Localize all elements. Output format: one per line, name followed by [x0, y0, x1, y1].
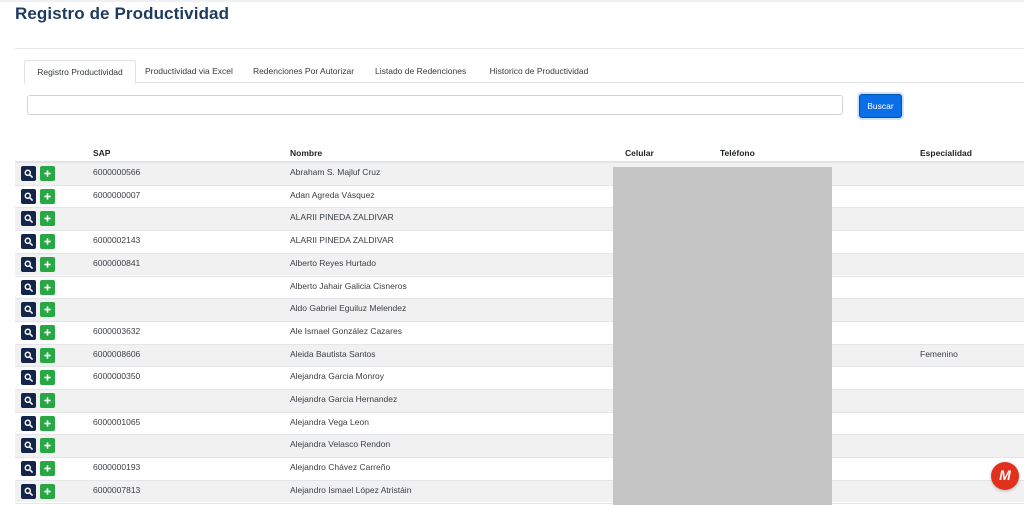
view-button[interactable]: [21, 211, 36, 227]
column-header-celular: Celular: [625, 148, 654, 158]
cell-nombre: Alejandro Ismael López Atristáin: [290, 484, 412, 495]
table-row: 6000000007 Adan Agreda Vásquez: [15, 184, 1024, 208]
add-button[interactable]: [40, 324, 55, 340]
cell-nombre: Alberto Jahair Galicia Cisneros: [290, 280, 407, 291]
cell-sap: 6000008606: [93, 348, 141, 359]
column-header-especialidad: Especialidad: [920, 148, 972, 158]
cell-sap: 6000000350: [93, 371, 141, 382]
cell-nombre: ALARII PINEDA ZALDIVAR: [290, 235, 394, 246]
search-button[interactable]: Buscar: [859, 94, 902, 118]
cell-sap: 6000007813: [93, 484, 141, 495]
cell-sap: 6000003632: [93, 325, 141, 336]
table-row: Aldo Gabriel Eguiluz Melendez: [15, 298, 1024, 321]
view-button[interactable]: [21, 234, 36, 250]
cell-sap: 6000000566: [93, 167, 141, 177]
table-row: 6000000841 Alberto Reyes Hurtado: [15, 252, 1024, 276]
cell-nombre: Alejandra Velasco Rendon: [290, 439, 391, 450]
view-button[interactable]: [21, 438, 36, 454]
redacted-block: [613, 167, 832, 505]
view-button[interactable]: [21, 393, 36, 408]
table-row: 6000000193 Alejandro Chávez Carreño: [15, 457, 1024, 480]
cell-nombre: Alejandra Garcia Hernandez: [290, 394, 398, 404]
chat-widget-button[interactable]: M: [991, 462, 1019, 490]
cell-sap: 6000001065: [93, 416, 141, 427]
table-row: 6000001065 Alejandra Vega Leon: [15, 411, 1024, 435]
table-row: ALARII PINEDA ZALDIVAR: [15, 207, 1024, 231]
add-button[interactable]: [40, 483, 55, 499]
view-button[interactable]: [21, 188, 36, 204]
column-header-sap: SAP: [93, 148, 111, 158]
cell-nombre: Aldo Gabriel Eguiluz Melendez: [290, 303, 407, 314]
cell-sap: 6000000193: [93, 462, 141, 473]
cell-nombre: Abraham S. Majluf Cruz: [290, 167, 381, 177]
cell-sap: 6000000007: [93, 189, 141, 200]
tab-bar: Registro Productividad Productividad via…: [24, 60, 1024, 84]
table-row: Alejandra Velasco Rendon: [15, 434, 1024, 458]
table-row: 6000008606 Aleida Bautista Santos Femenino: [15, 343, 1024, 367]
view-button[interactable]: [21, 370, 36, 386]
cell-nombre: Aleida Bautista Santos: [290, 348, 376, 359]
cell-nombre: Alberto Reyes Hurtado: [290, 257, 376, 268]
add-button[interactable]: [40, 188, 55, 204]
cell-nombre: Alejandra Vega Leon: [290, 416, 369, 427]
page-title: Registro de Productividad: [15, 4, 230, 23]
view-button[interactable]: [21, 483, 36, 499]
cell-nombre: ALARII PINEDA ZALDIVAR: [290, 212, 394, 223]
table-row: Alejandra Garcia Hernandez: [15, 389, 1024, 412]
cell-nombre: Ale Ismael González Cazares: [290, 325, 402, 336]
add-button[interactable]: [40, 166, 55, 181]
add-button[interactable]: [40, 347, 55, 363]
view-button[interactable]: [21, 279, 36, 295]
table-row: 6000002143 ALARII PINEDA ZALDIVAR: [15, 230, 1024, 253]
tab-productividad-via-excel[interactable]: Productividad via Excel: [136, 60, 241, 83]
add-button[interactable]: [40, 279, 55, 295]
add-button[interactable]: [40, 415, 55, 431]
column-header-nombre: Nombre: [290, 148, 323, 158]
m-logo-icon: M: [999, 467, 1011, 483]
cell-sap: 6000002143: [93, 235, 141, 246]
table-row: 6000003632 Ale Ismael González Cazares: [15, 320, 1024, 344]
table-row: 6000000350 Alejandra Garcia Monroy: [15, 366, 1024, 389]
view-button[interactable]: [21, 415, 36, 431]
table-row: Alberto Jahair Galicia Cisneros: [15, 275, 1024, 299]
add-button[interactable]: [40, 234, 55, 250]
add-button[interactable]: [40, 438, 55, 454]
view-button[interactable]: [21, 256, 36, 272]
title-divider: [15, 48, 1024, 49]
top-border: [0, 0, 1024, 2]
cell-sap: 6000000841: [93, 257, 141, 268]
cell-nombre: Alejandra Garcia Monroy: [290, 371, 385, 382]
view-button[interactable]: [21, 324, 36, 340]
view-button[interactable]: [21, 302, 36, 318]
table-row: 6000000566 Abraham S. Majluf Cruz: [15, 162, 1024, 185]
cell-nombre: Adan Agreda Vásquez: [290, 189, 375, 200]
view-button[interactable]: [21, 166, 36, 181]
table-row: 6000007813 Alejandro Ismael López Atristá…: [15, 479, 1024, 503]
add-button[interactable]: [40, 461, 55, 477]
table-header: SAP Nombre Celular Teléfono Especialidad: [15, 145, 1024, 162]
tab-historico-de-productividad[interactable]: Historico de Productividad: [478, 60, 600, 83]
view-button[interactable]: [21, 347, 36, 363]
search-input[interactable]: [27, 95, 843, 115]
add-button[interactable]: [40, 211, 55, 227]
cell-especialidad: Femenino: [920, 348, 958, 359]
view-button[interactable]: [21, 461, 36, 477]
tab-redenciones-por-autorizar[interactable]: Redenciones Por Autorizar: [243, 60, 364, 83]
tab-listado-de-redenciones[interactable]: Listado de Redenciones: [366, 60, 473, 83]
add-button[interactable]: [40, 302, 55, 318]
add-button[interactable]: [40, 393, 55, 408]
add-button[interactable]: [40, 370, 55, 386]
add-button[interactable]: [40, 256, 55, 272]
column-header-telefono: Teléfono: [720, 148, 755, 158]
cell-nombre: Alejandro Chávez Carreño: [290, 462, 391, 473]
tab-registro-productividad[interactable]: Registro Productividad: [24, 60, 136, 84]
